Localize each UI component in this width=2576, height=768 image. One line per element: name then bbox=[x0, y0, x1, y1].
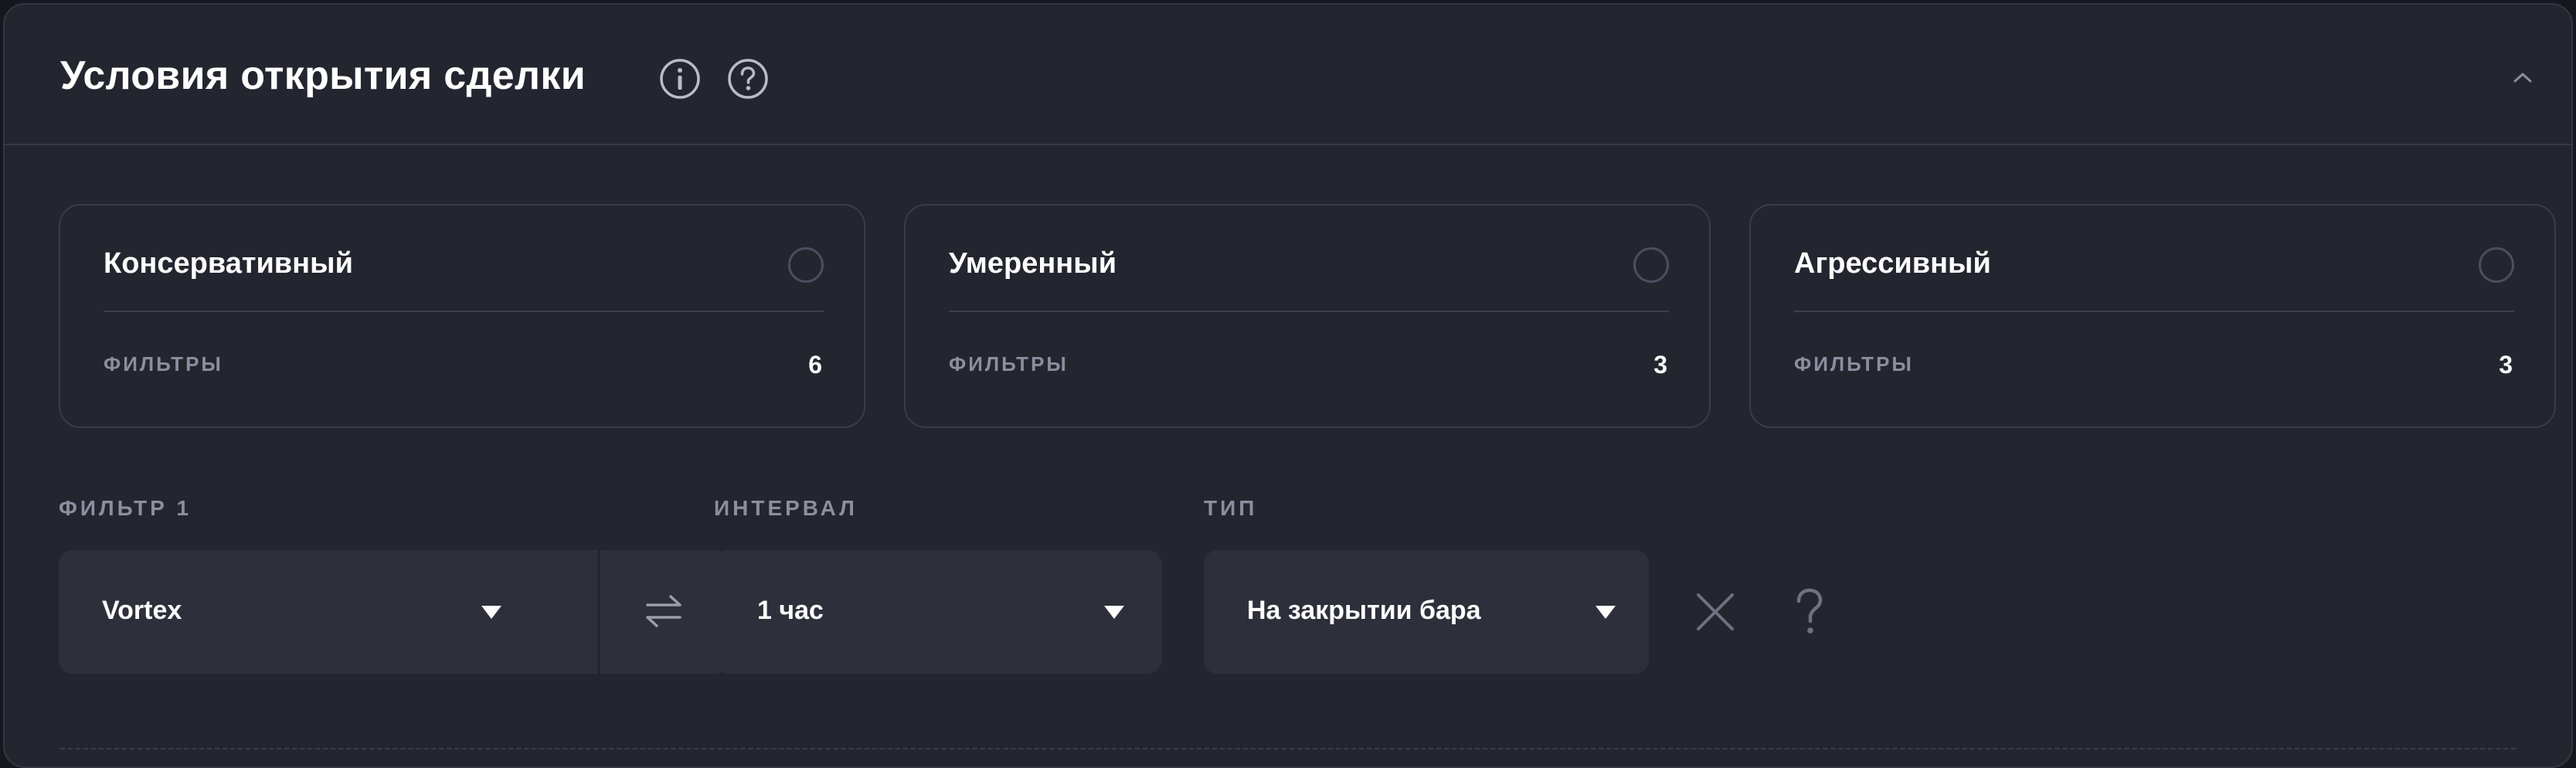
section-separator bbox=[60, 748, 2516, 749]
divider bbox=[1794, 311, 2514, 312]
type-label: ТИП bbox=[1204, 496, 1258, 520]
type-select[interactable]: На закрытии бара bbox=[1204, 550, 1649, 674]
caret-down-icon bbox=[1103, 604, 1125, 620]
mode-card-moderate[interactable]: Умеренный ФИЛЬТРЫ 3 bbox=[904, 204, 1711, 428]
panel-header[interactable]: Условия открытия сделки bbox=[5, 5, 2571, 145]
filters-count: 3 bbox=[2499, 351, 2513, 379]
mode-card-aggressive[interactable]: Агрессивный ФИЛЬТРЫ 3 bbox=[1749, 204, 2556, 428]
info-icon[interactable] bbox=[658, 57, 702, 100]
mode-radio[interactable] bbox=[788, 247, 824, 283]
interval-select[interactable]: 1 час bbox=[714, 550, 1162, 674]
filters-label: ФИЛЬТРЫ bbox=[1794, 352, 1914, 376]
interval-label: ИНТЕРВАЛ bbox=[714, 496, 858, 520]
mode-card-conservative[interactable]: Консервативный ФИЛЬТРЫ 6 bbox=[59, 204, 865, 428]
type-value: На закрытии бара bbox=[1247, 596, 1481, 625]
filters-label: ФИЛЬТРЫ bbox=[949, 352, 1069, 376]
mode-radio[interactable] bbox=[2479, 247, 2514, 283]
caret-down-icon bbox=[1595, 604, 1616, 620]
mode-name: Умеренный bbox=[949, 247, 1117, 280]
filters-label: ФИЛЬТРЫ bbox=[104, 352, 223, 376]
filter-label: ФИЛЬТР 1 bbox=[59, 496, 192, 520]
trade-open-conditions-panel: Условия открытия сделки Консервативный Ф… bbox=[3, 3, 2573, 768]
swap-button[interactable] bbox=[600, 550, 728, 674]
mode-radio[interactable] bbox=[1633, 247, 1669, 283]
chevron-up-icon[interactable] bbox=[2511, 70, 2534, 85]
filters-count: 3 bbox=[1653, 351, 1667, 379]
filters-count: 6 bbox=[808, 351, 822, 379]
divider bbox=[104, 311, 824, 312]
filter-value: Vortex bbox=[102, 596, 182, 625]
mode-name: Агрессивный bbox=[1794, 247, 1991, 280]
swap-arrows-icon bbox=[646, 595, 681, 627]
question-mark-icon[interactable] bbox=[1786, 587, 1833, 637]
close-icon[interactable] bbox=[1692, 587, 1738, 637]
panel-title: Условия открытия сделки bbox=[60, 53, 586, 98]
divider bbox=[949, 311, 1669, 312]
mode-name: Консервативный bbox=[104, 247, 353, 280]
filter-select[interactable]: Vortex bbox=[59, 550, 728, 674]
interval-value: 1 час bbox=[757, 596, 824, 625]
question-circle-icon[interactable] bbox=[726, 57, 770, 100]
caret-down-icon bbox=[481, 604, 502, 620]
